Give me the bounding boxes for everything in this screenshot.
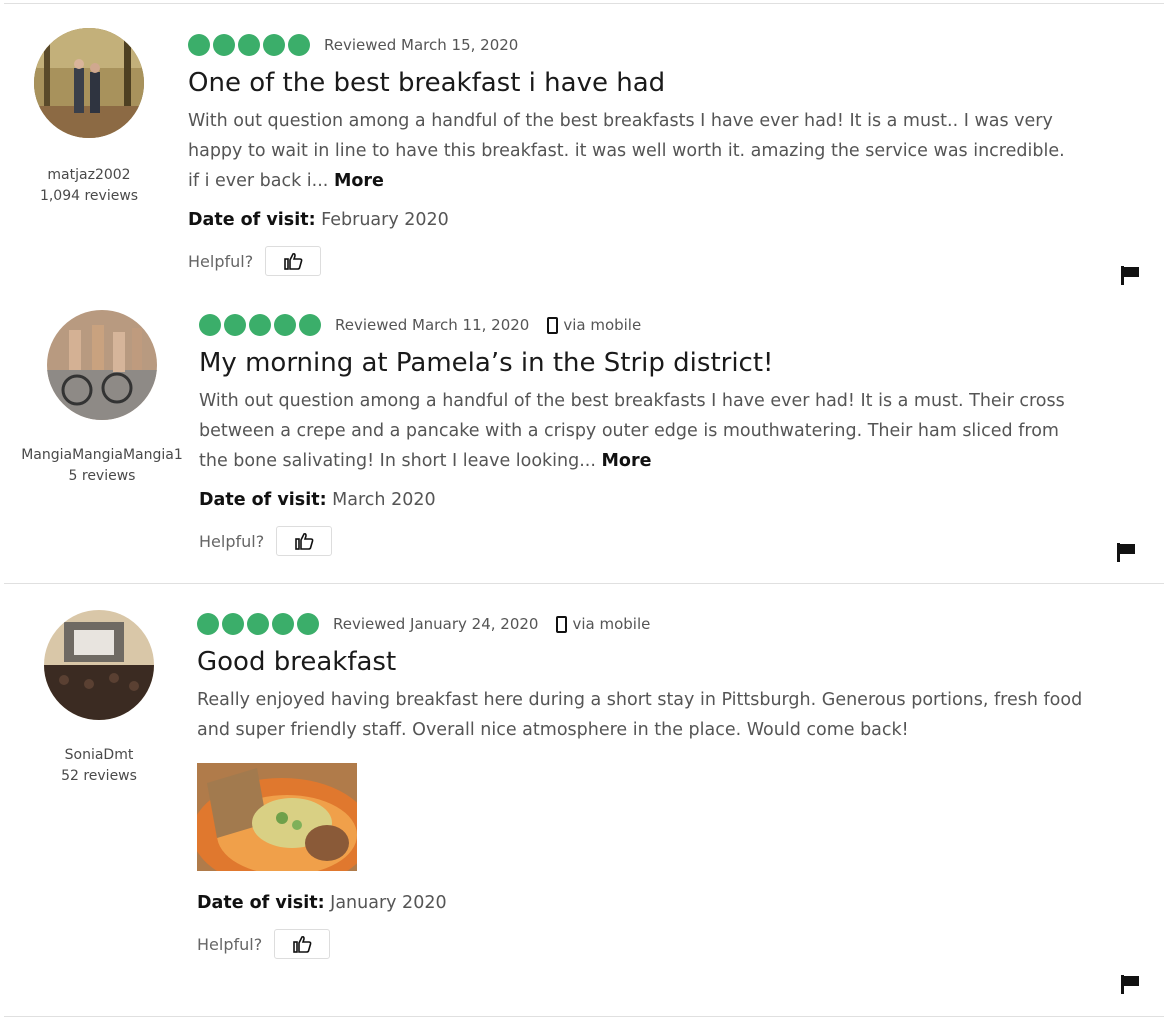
mobile-phone-icon (556, 615, 568, 633)
reviewer-review-count: 1,094 reviews (39, 188, 139, 204)
review-photo[interactable] (197, 763, 357, 871)
helpful-row: Helpful? (188, 246, 1068, 276)
date-of-visit: Date of visit: January 2020 (197, 893, 1097, 913)
rating-bubble (199, 314, 221, 336)
reviewer-review-count: 5 reviews (68, 468, 136, 484)
top-divider (4, 3, 1164, 4)
date-of-visit-value: March 2020 (332, 490, 436, 510)
review-content: Reviewed January 24, 2020 via mobile Goo… (197, 611, 1097, 959)
date-of-visit-label: Date of visit: (197, 893, 325, 913)
avatar[interactable] (47, 310, 157, 420)
review-photo-image (197, 763, 357, 871)
review-meta: Reviewed January 24, 2020 via mobile (197, 611, 1097, 637)
avatar[interactable] (34, 28, 144, 138)
rating-bubble (263, 34, 285, 56)
review-body-text: With out question among a handful of the… (188, 111, 1065, 191)
helpful-row: Helpful? (199, 526, 1079, 556)
via-mobile-label: via mobile (572, 615, 651, 633)
date-of-visit-label: Date of visit: (188, 210, 316, 230)
date-of-visit-label: Date of visit: (199, 490, 327, 510)
date-of-visit: Date of visit: March 2020 (199, 490, 1079, 510)
review-title[interactable]: Good breakfast (197, 645, 1097, 679)
helpful-label: Helpful? (188, 251, 254, 271)
date-of-visit-value: January 2020 (330, 893, 447, 913)
rating-bubbles (199, 314, 321, 336)
mobile-phone-icon (547, 316, 559, 334)
avatar-image (47, 310, 157, 420)
date-of-visit: Date of visit: February 2020 (188, 210, 1068, 230)
thumbs-up-icon (284, 252, 303, 270)
rating-bubble (188, 34, 210, 56)
thumbs-up-icon (293, 935, 312, 953)
via-mobile: via mobile (547, 316, 641, 334)
avatar-image (34, 28, 144, 138)
helpful-vote-button[interactable] (265, 246, 322, 276)
review-body-text: Really enjoyed having breakfast here dur… (197, 690, 1083, 740)
review-date: Reviewed March 11, 2020 (335, 316, 530, 334)
review-content: Reviewed March 11, 2020 via mobile My mo… (199, 312, 1079, 556)
reviewer-info: MangiaMangiaMangia1 5 reviews (21, 310, 183, 486)
avatar-image (44, 610, 154, 720)
reviewer-info: SoniaDmt 52 reviews (24, 610, 174, 786)
reviewer-review-count: 52 reviews (61, 768, 137, 784)
review-body: With out question among a handful of the… (199, 386, 1079, 476)
reviewer-info: matjaz2002 1,094 reviews (14, 28, 164, 206)
more-link[interactable]: More (334, 171, 384, 191)
rating-bubble (288, 34, 310, 56)
review-date: Reviewed January 24, 2020 (333, 615, 539, 633)
via-mobile: via mobile (556, 615, 650, 633)
rating-bubble (272, 613, 294, 635)
helpful-row: Helpful? (197, 929, 1097, 959)
rating-bubble (222, 613, 244, 635)
rating-bubble (249, 314, 271, 336)
rating-bubble (297, 613, 319, 635)
rating-bubbles (188, 34, 310, 56)
review-body: With out question among a handful of the… (188, 106, 1068, 196)
helpful-label: Helpful? (197, 934, 263, 954)
reviewer-name[interactable]: SoniaDmt (24, 744, 174, 766)
reviewer-name[interactable]: MangiaMangiaMangia1 (7, 444, 197, 466)
rating-bubble (224, 314, 246, 336)
review-meta: Reviewed March 15, 2020 (188, 32, 1068, 58)
review-content: Reviewed March 15, 2020 One of the best … (188, 32, 1068, 276)
rating-bubble (247, 613, 269, 635)
thumbs-up-icon (295, 532, 314, 550)
bottom-divider (4, 1016, 1164, 1017)
helpful-vote-button[interactable] (274, 929, 331, 959)
more-link[interactable]: More (602, 451, 652, 471)
review-body: Really enjoyed having breakfast here dur… (197, 685, 1097, 745)
via-mobile-label: via mobile (563, 316, 642, 334)
helpful-vote-button[interactable] (276, 526, 333, 556)
review-title[interactable]: My morning at Pamela’s in the Strip dist… (199, 346, 1079, 380)
report-flag-icon[interactable] (1120, 265, 1140, 285)
review-title[interactable]: One of the best breakfast i have had (188, 66, 1068, 100)
rating-bubble (197, 613, 219, 635)
rating-bubble (238, 34, 260, 56)
review-meta: Reviewed March 11, 2020 via mobile (199, 312, 1079, 338)
review-date: Reviewed March 15, 2020 (324, 36, 519, 54)
rating-bubble (299, 314, 321, 336)
rating-bubble (274, 314, 296, 336)
date-of-visit-value: February 2020 (321, 210, 449, 230)
rating-bubbles (197, 613, 319, 635)
avatar[interactable] (44, 610, 154, 720)
review-divider (4, 583, 1164, 584)
helpful-label: Helpful? (199, 531, 265, 551)
report-flag-icon[interactable] (1116, 542, 1136, 562)
rating-bubble (213, 34, 235, 56)
report-flag-icon[interactable] (1120, 974, 1140, 994)
reviewer-name[interactable]: matjaz2002 (14, 164, 164, 186)
